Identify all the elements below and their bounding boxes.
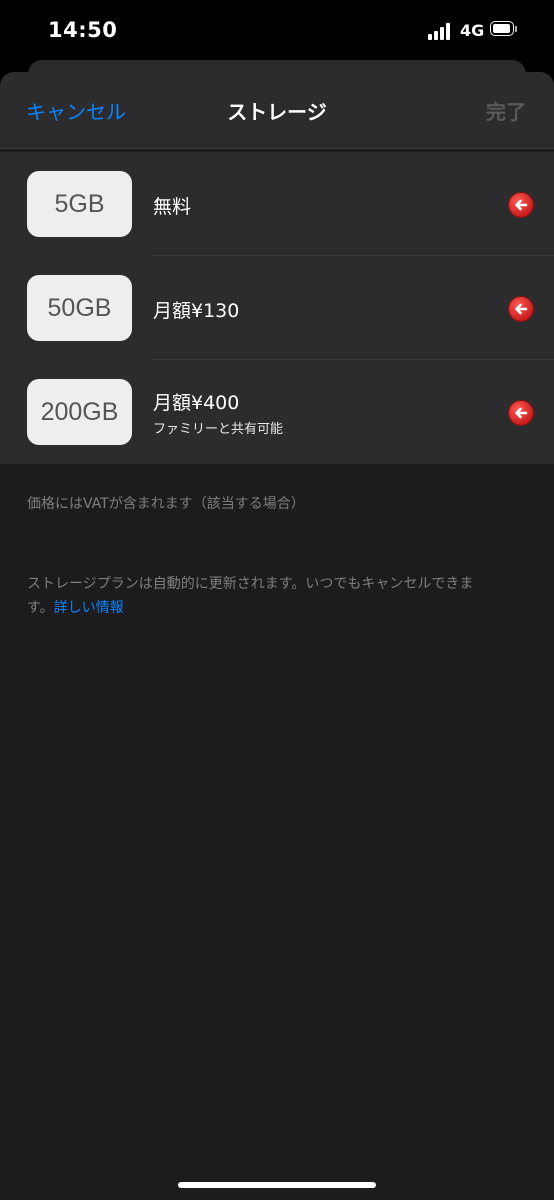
cancel-button[interactable]: キャンセル <box>26 96 126 125</box>
arrow-left-circle-icon[interactable] <box>508 192 534 218</box>
arrow-left-circle-icon[interactable] <box>508 400 534 426</box>
plan-row-200gb[interactable]: 200GB 月額¥400 ファミリーと共有可能 <box>0 360 554 464</box>
plan-capacity-badge: 50GB <box>27 275 132 341</box>
plan-price: 月額¥130 <box>153 300 240 322</box>
battery-icon <box>490 21 518 38</box>
plan-price: 無料 <box>153 196 192 218</box>
status-bar: 14:50 4G <box>0 0 554 62</box>
renewal-note: ストレージプランは自動的に更新されます。いつでもキャンセルできま す。詳しい情報 <box>27 572 527 620</box>
storage-sheet: キャンセル ストレージ 完了 5GB 無料 50GB 月額¥130 200GB … <box>0 72 554 1200</box>
plan-row-5gb[interactable]: 5GB 無料 <box>0 152 554 256</box>
learn-more-link[interactable]: 詳しい情報 <box>54 600 124 616</box>
network-type: 4G <box>460 21 485 40</box>
renewal-note-line2: す。詳しい情報 <box>27 596 527 620</box>
plan-capacity-badge: 5GB <box>27 171 132 237</box>
plan-row-50gb[interactable]: 50GB 月額¥130 <box>0 256 554 360</box>
done-button[interactable]: 完了 <box>486 96 526 125</box>
plan-capacity-badge: 200GB <box>27 379 132 445</box>
navigation-bar: キャンセル ストレージ 完了 <box>0 72 554 149</box>
renewal-note-tail: す。 <box>27 600 54 616</box>
home-indicator[interactable] <box>178 1182 376 1188</box>
cellular-signal-icon <box>428 22 454 40</box>
plan-price: 月額¥400 <box>153 392 240 414</box>
status-time: 14:50 <box>48 18 118 42</box>
plan-list: 5GB 無料 50GB 月額¥130 200GB 月額¥400 ファミリーと共有… <box>0 152 554 464</box>
vat-note: 価格にはVATが含まれます（該当する場合） <box>27 496 305 512</box>
renewal-note-line1: ストレージプランは自動的に更新されます。いつでもキャンセルできま <box>27 576 474 592</box>
plan-note: ファミリーと共有可能 <box>153 422 284 437</box>
arrow-left-circle-icon[interactable] <box>508 296 534 322</box>
